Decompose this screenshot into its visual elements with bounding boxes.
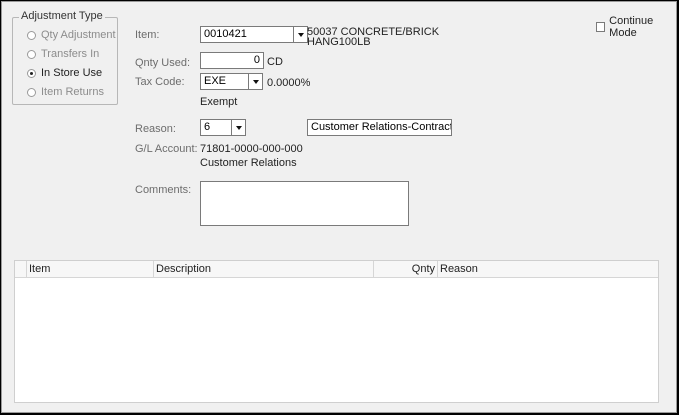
grid-header: Item Description Qnty Reason — [15, 261, 658, 278]
reason-label: Reason: — [135, 123, 176, 135]
tax-rate: 0.0000% — [267, 77, 311, 89]
inventory-adjustment-window: Adjustment Type Qty Adjustment Transfers… — [1, 1, 677, 413]
item-input[interactable]: 0010421 — [200, 26, 294, 43]
item-description-line2: HANG100LB — [307, 36, 371, 48]
comments-label: Comments: — [135, 184, 192, 196]
comments-textarea[interactable] — [200, 181, 409, 226]
radio-in-store-use[interactable]: In Store Use — [27, 66, 102, 80]
radio-transfers-in[interactable]: Transfers In — [27, 47, 99, 61]
radio-circle[interactable] — [27, 49, 36, 59]
reason-input[interactable]: 6 — [200, 119, 232, 136]
column-header-qnty[interactable]: Qnty — [374, 261, 438, 277]
radio-label: Transfers In — [41, 48, 100, 60]
reason-dropdown-button[interactable] — [231, 119, 246, 136]
radio-label: In Store Use — [41, 67, 103, 79]
reason-description-field[interactable]: Customer Relations-Contractors — [307, 119, 452, 136]
tax-code-input[interactable]: EXE — [200, 73, 249, 90]
radio-circle[interactable] — [27, 30, 36, 40]
item-dropdown-button[interactable] — [293, 26, 308, 43]
adjustments-grid[interactable]: Item Description Qnty Reason — [14, 260, 659, 403]
radio-label: Item Returns — [41, 86, 104, 98]
tax-code-label: Tax Code: — [135, 76, 185, 88]
chevron-down-icon — [297, 32, 304, 37]
gl-account-value: 71801-0000-000-000 — [200, 143, 303, 155]
column-header-item[interactable]: Item — [27, 261, 154, 277]
column-header-reason[interactable]: Reason — [438, 261, 646, 277]
radio-qty-adjustment[interactable]: Qty Adjustment — [27, 28, 116, 42]
radio-item-returns[interactable]: Item Returns — [27, 85, 104, 99]
adjustment-type-group: Adjustment Type Qty Adjustment Transfers… — [12, 10, 118, 105]
radio-label: Qty Adjustment — [41, 29, 116, 41]
chevron-down-icon — [252, 79, 259, 84]
row-selector-header — [15, 261, 27, 277]
qnty-used-label: Qnty Used: — [135, 57, 191, 69]
radio-circle[interactable] — [27, 87, 36, 97]
chevron-down-icon — [235, 125, 242, 130]
item-label: Item: — [135, 29, 160, 41]
tax-code-description: Exempt — [200, 96, 238, 108]
gl-account-description: Customer Relations — [200, 157, 297, 169]
continue-mode-checkbox[interactable] — [596, 22, 606, 32]
continue-mode-checkbox-row[interactable]: Continue Mode — [596, 15, 676, 39]
tax-code-dropdown-button[interactable] — [248, 73, 263, 90]
radio-circle-checked[interactable] — [27, 68, 36, 78]
qnty-used-input[interactable]: 0 — [200, 52, 264, 69]
qnty-unit: CD — [267, 56, 283, 68]
gl-account-label: G/L Account: — [135, 143, 198, 155]
adjustment-type-title: Adjustment Type — [19, 10, 105, 22]
continue-mode-label: Continue Mode — [609, 15, 654, 39]
column-header-description[interactable]: Description — [154, 261, 374, 277]
